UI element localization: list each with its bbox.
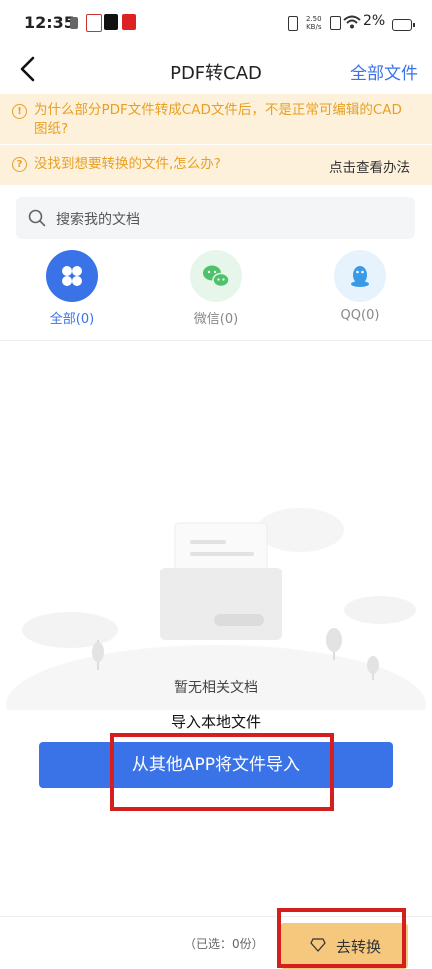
tiktok-icon (104, 14, 118, 30)
import-local-title: 导入本地文件 (170, 713, 261, 731)
help-icon: ? (12, 157, 27, 172)
qq-icon (334, 250, 386, 302)
battery-percent: 2% (363, 13, 386, 29)
notice-text-line1: 为什么部分PDF文件转成CAD文件后，不是正常可编辑的CAD (34, 102, 402, 118)
status-bar: 12:35 2.50 KB/s 2% (0, 0, 432, 44)
notice-editable-cad[interactable]: ! 为什么部分PDF文件转成CAD文件后，不是正常可编辑的CAD 图纸? (0, 94, 432, 144)
tab-divider (0, 340, 432, 341)
no-sim-icon (330, 16, 341, 30)
net-speed-unit: KB/s (306, 23, 322, 31)
vibrate-icon (288, 16, 298, 31)
bank-app-icon (86, 14, 102, 32)
notice-text: 没找到想要转换的文件,怎么办? (34, 156, 221, 172)
highlight-box-import (110, 733, 334, 811)
app-header: PDF转CAD 全部文件 (0, 44, 432, 94)
battery-icon (392, 19, 415, 31)
tab-qq[interactable]: QQ(0) (310, 250, 410, 330)
view-solution-link[interactable]: 点击查看办法 (329, 156, 410, 176)
all-files-link[interactable]: 全部文件 (350, 59, 418, 84)
search-input[interactable]: 搜索我的文档 (56, 209, 140, 229)
search-icon (28, 209, 46, 227)
notice-file-not-found[interactable]: ? 没找到想要转换的文件,怎么办? 点击查看办法 (0, 145, 432, 185)
wifi-icon (343, 15, 361, 29)
search-bar[interactable]: 搜索我的文档 (16, 197, 415, 239)
tab-wechat[interactable]: 微信(0) (166, 250, 266, 330)
net-speed: 2.50 KB/s (306, 15, 322, 31)
tab-wechat-label: 微信(0) (193, 312, 239, 327)
wechat-icon (190, 250, 242, 302)
info-icon: ! (12, 104, 27, 119)
notice-text: 为什么部分PDF文件转成CAD文件后，不是正常可编辑的CAD 图纸? (34, 101, 426, 139)
grid-icon (46, 250, 98, 302)
highlight-box-convert (277, 908, 406, 968)
notice-text-line2: 图纸? (34, 121, 69, 137)
empty-message: 暂无相关文档 (174, 680, 258, 696)
net-speed-value: 2.50 (306, 15, 322, 23)
notification-icon (70, 17, 78, 29)
selected-count: （已选：0份） (184, 937, 264, 951)
tab-all[interactable]: 全部(0) (22, 250, 122, 330)
status-time: 12:35 (24, 13, 75, 32)
tab-qq-label: QQ(0) (340, 308, 380, 323)
red-app-icon (122, 14, 136, 30)
tab-all-label: 全部(0) (49, 312, 95, 327)
